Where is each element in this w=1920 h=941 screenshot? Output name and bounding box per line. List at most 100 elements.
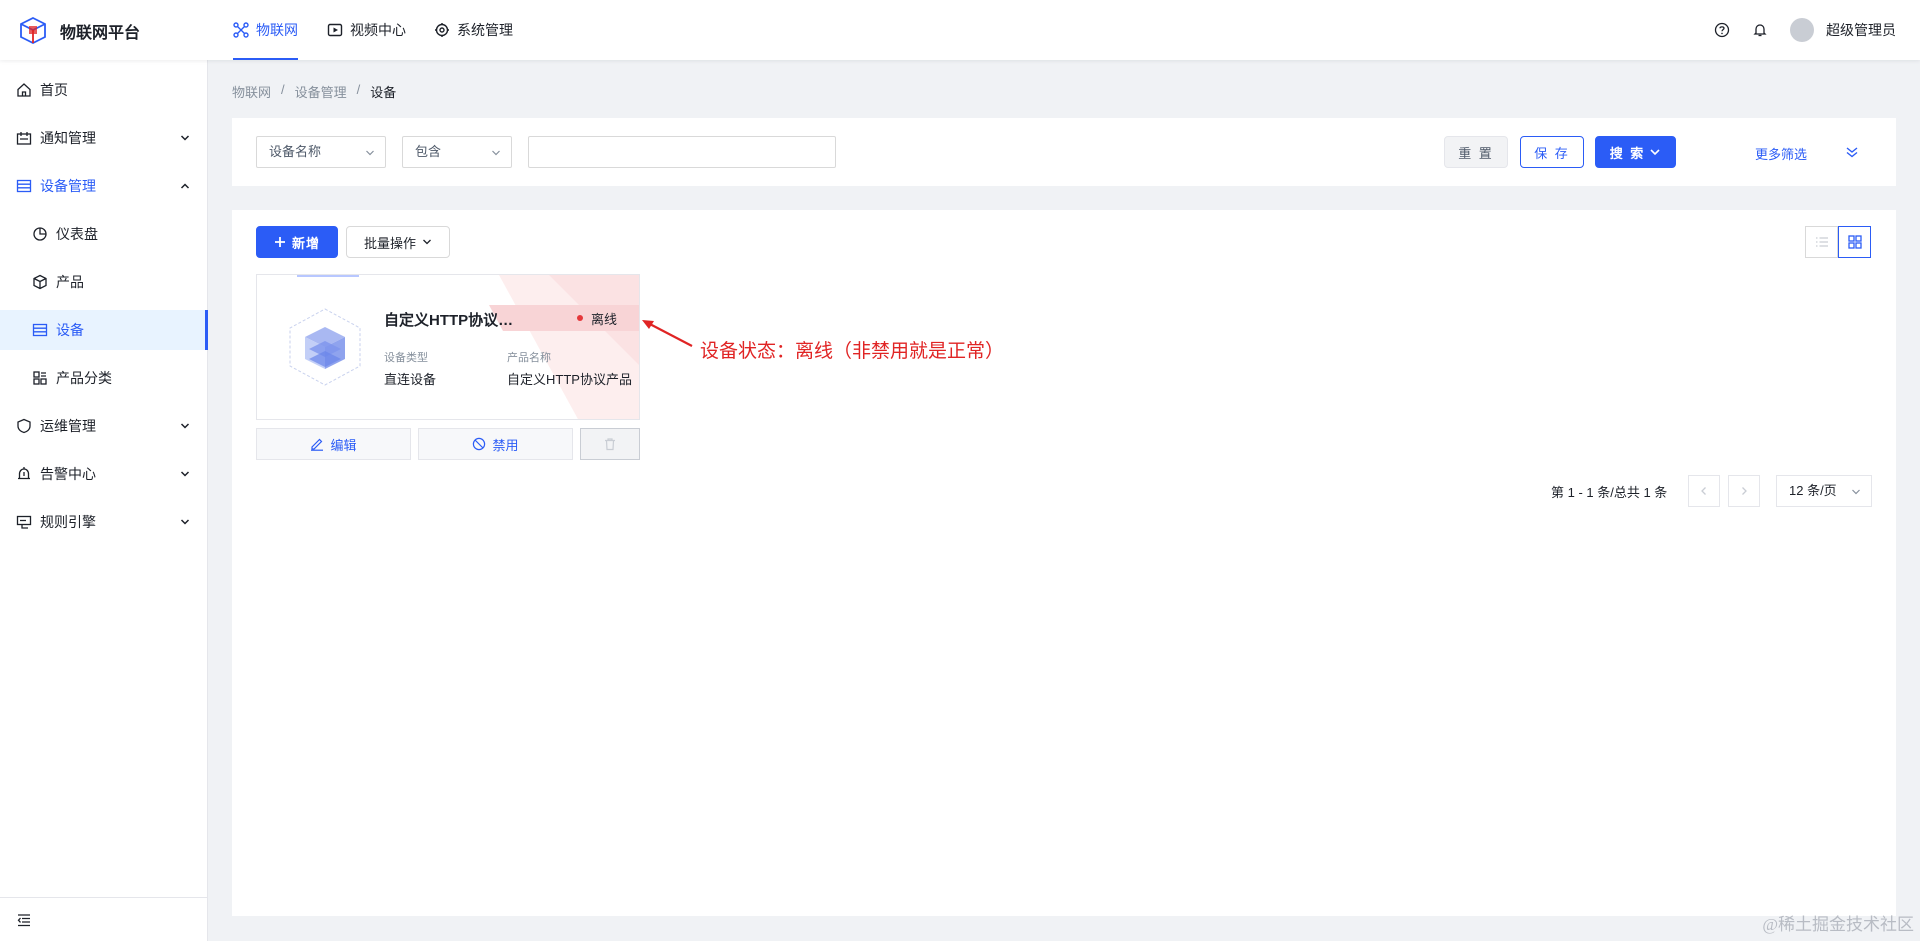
bell-icon[interactable]	[1752, 22, 1768, 38]
edit-icon	[311, 438, 324, 451]
sidebar-footer	[0, 897, 207, 941]
reset-button[interactable]: 重 置	[1444, 136, 1508, 168]
sidebar-item-device[interactable]: 设备	[0, 310, 208, 350]
shield-icon	[17, 418, 31, 434]
menu-collapse-icon[interactable]	[16, 912, 32, 928]
sidebar-item-notice[interactable]: 通知管理	[0, 118, 208, 158]
next-page-button[interactable]	[1728, 475, 1760, 507]
breadcrumb: 物联网 / 设备管理 / 设备	[232, 82, 396, 101]
disable-button[interactable]: 禁用	[418, 428, 573, 460]
card-accent-bar	[297, 275, 359, 277]
user-menu[interactable]: 超级管理员	[1790, 18, 1896, 42]
trash-icon	[605, 438, 615, 451]
sidebar-item-alarm[interactable]: 告警中心	[0, 454, 208, 494]
double-chevron-down-icon[interactable]	[1844, 144, 1860, 160]
sidebar-item-label: 规则引擎	[40, 514, 96, 530]
iot-icon	[233, 22, 249, 38]
status-text: 离线	[591, 311, 618, 327]
batch-actions-label: 批量操作	[363, 235, 416, 251]
device-list-panel: 新增 批量操作 自定义HTTP协议设备 离线 设备类型 直连设备 产品名称 自定…	[232, 210, 1896, 916]
save-button[interactable]: 保 存	[1520, 136, 1584, 168]
chevron-down-icon	[180, 135, 190, 141]
sidebar-item-product[interactable]: 产品	[0, 262, 208, 302]
plus-icon	[274, 237, 285, 247]
sidebar: 首页 通知管理 设备管理 仪表盘 产品 设备 产品分类 运维管理 告警中心 规则…	[0, 60, 208, 941]
field-select[interactable]: 设备名称	[256, 136, 386, 168]
rule-icon	[16, 515, 32, 529]
operator-select[interactable]: 包含	[402, 136, 512, 168]
grid-icon	[1847, 235, 1862, 249]
page-size-select[interactable]: 12 条/页	[1776, 475, 1872, 507]
sidebar-item-label: 告警中心	[40, 466, 96, 482]
chevron-down-icon	[366, 150, 374, 156]
device-type-label: 设备类型	[384, 352, 428, 364]
filter-value-input[interactable]	[528, 136, 836, 168]
edit-button-label: 编辑	[330, 437, 357, 453]
delete-button[interactable]	[580, 428, 640, 460]
sidebar-item-dashboard[interactable]: 仪表盘	[0, 214, 208, 254]
sidebar-item-label: 设备管理	[40, 178, 96, 194]
watermark: @稀土掘金技术社区	[1762, 915, 1914, 934]
sidebar-item-label: 运维管理	[40, 418, 96, 434]
avatar	[1790, 18, 1814, 42]
list-view-button[interactable]	[1805, 226, 1838, 258]
category-icon	[33, 371, 47, 385]
help-icon[interactable]	[1714, 22, 1730, 38]
device-card[interactable]: 自定义HTTP协议设备 离线 设备类型 直连设备 产品名称 自定义HTTP协议产…	[256, 274, 640, 420]
chevron-up-icon	[180, 183, 190, 189]
sidebar-item-rule[interactable]: 规则引擎	[0, 502, 208, 542]
chevron-down-icon	[1650, 149, 1660, 156]
card-background-decoration	[489, 275, 639, 419]
field-select-value: 设备名称	[269, 144, 322, 159]
notice-icon	[16, 132, 32, 145]
username: 超级管理员	[1826, 22, 1896, 38]
sidebar-item-home[interactable]: 首页	[0, 70, 208, 110]
sidebar-item-ops[interactable]: 运维管理	[0, 406, 208, 446]
search-button-label: 搜 索	[1609, 145, 1646, 161]
breadcrumb-item[interactable]: 设备管理	[295, 82, 347, 101]
alarm-icon	[18, 467, 30, 480]
operator-select-value: 包含	[415, 144, 442, 159]
card-view-button[interactable]	[1838, 226, 1871, 258]
breadcrumb-separator: /	[281, 82, 285, 97]
brand-title: 物联网平台	[60, 25, 141, 42]
nav-tab-label: 系统管理	[457, 22, 513, 38]
breadcrumb-item[interactable]: 物联网	[232, 82, 271, 101]
home-icon	[17, 83, 31, 97]
sidebar-item-label: 仪表盘	[56, 226, 98, 242]
product-name-value: 自定义HTTP协议产品	[507, 372, 632, 387]
pagination-info: 第 1 - 1 条/总共 1 条	[1551, 485, 1668, 500]
nav-tab-label: 物联网	[256, 22, 298, 38]
batch-actions-dropdown[interactable]: 批量操作	[346, 226, 450, 258]
sidebar-item-category[interactable]: 产品分类	[0, 358, 208, 398]
top-bar: 物联网平台 物联网 视频中心 系统管理 超级管理员	[0, 0, 1920, 60]
chevron-down-icon	[1852, 489, 1860, 495]
page-size-value: 12 条/页	[1789, 483, 1837, 498]
nav-tab-system[interactable]: 系统管理	[434, 0, 513, 60]
sidebar-item-device-mgmt[interactable]: 设备管理	[0, 166, 208, 206]
chevron-down-icon	[180, 519, 190, 525]
add-button[interactable]: 新增	[256, 226, 338, 258]
product-icon	[33, 274, 47, 290]
nav-tab-iot[interactable]: 物联网	[233, 0, 298, 60]
status-badge: 离线	[543, 305, 639, 331]
edit-button[interactable]: 编辑	[256, 428, 411, 460]
chevron-down-icon	[180, 471, 190, 477]
status-dot	[577, 315, 583, 321]
breadcrumb-separator: /	[356, 82, 361, 97]
device-mgmt-icon	[16, 179, 32, 193]
sidebar-item-label: 产品分类	[56, 370, 112, 386]
filter-panel: 设备名称 包含 重 置 保 存 搜 索 更多筛选	[232, 118, 1896, 186]
chevron-left-icon	[1701, 487, 1706, 495]
prev-page-button[interactable]	[1688, 475, 1720, 507]
search-button[interactable]: 搜 索	[1595, 136, 1676, 168]
breadcrumb-current: 设备	[370, 85, 397, 100]
disable-button-label: 禁用	[492, 437, 519, 453]
device-icon	[32, 323, 48, 337]
add-button-label: 新增	[291, 235, 320, 251]
sidebar-item-label: 通知管理	[40, 130, 96, 146]
nav-tab-video[interactable]: 视频中心	[327, 0, 406, 60]
more-filter-link[interactable]: 更多筛选	[1755, 144, 1807, 163]
chevron-right-icon	[1742, 487, 1747, 495]
chevron-down-icon	[492, 150, 500, 156]
